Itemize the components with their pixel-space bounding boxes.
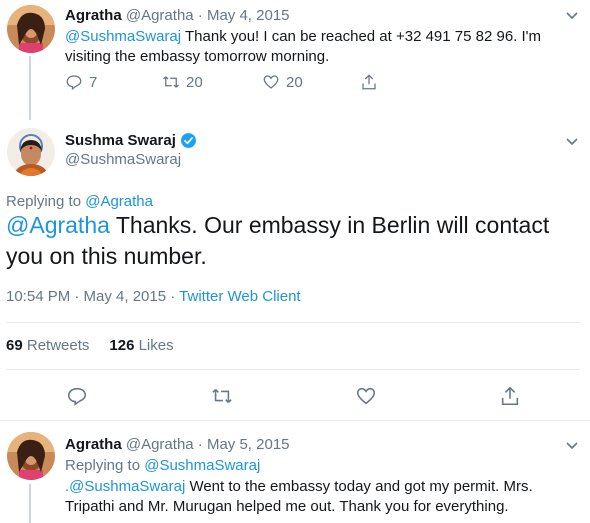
retweets-stat[interactable]: 69 Retweets [6, 337, 89, 354]
mention-link[interactable]: @SushmaSwaraj [65, 28, 181, 45]
tweet-actions [0, 384, 590, 408]
agratha-avatar[interactable] [7, 432, 55, 480]
caret-down-icon[interactable] [564, 437, 580, 453]
replying-to: Replying to @Agratha [6, 193, 153, 210]
author-name[interactable]: Agratha [65, 436, 122, 453]
divider [0, 420, 590, 421]
reply-button[interactable]: 7 [65, 73, 97, 91]
mention-link[interactable]: .@SushmaSwaraj [65, 478, 185, 495]
like-button[interactable]: 20 [262, 73, 303, 91]
reply-icon[interactable] [66, 385, 88, 407]
retweet-icon [163, 76, 179, 88]
agratha-avatar[interactable] [7, 5, 55, 53]
replying-to: Replying to @SushmaSwaraj [65, 457, 260, 474]
likes-label: Likes [134, 337, 174, 354]
author-handle[interactable]: @Agratha [126, 436, 194, 453]
tweet-text: @SushmaSwaraj Thank you! I can be reache… [65, 27, 577, 67]
like-icon [263, 75, 279, 89]
replying-to-label: Replying to [65, 457, 145, 474]
reply-count: 7 [89, 73, 98, 91]
tweet-date[interactable]: · May 4, 2015 [198, 7, 290, 24]
reply-icon [66, 75, 82, 90]
author-name[interactable]: Sushma Swaraj [65, 132, 176, 149]
client-link[interactable]: Twitter Web Client [179, 288, 300, 305]
retweet-count: 20 [186, 73, 203, 91]
thread-line [29, 56, 31, 120]
retweets-count: 69 [6, 337, 23, 354]
replying-to-link[interactable]: @SushmaSwaraj [144, 457, 260, 474]
share-icon [362, 74, 376, 90]
retweet-button[interactable]: 20 [162, 73, 203, 91]
tweet-date[interactable]: · May 5, 2015 [198, 436, 290, 453]
share-icon[interactable] [499, 385, 521, 407]
likes-count: 126 [109, 337, 135, 354]
retweets-label: Retweets [22, 337, 90, 354]
author-name[interactable]: Agratha [65, 7, 122, 24]
author-handle[interactable]: @Agratha [126, 7, 194, 24]
caret-down-icon[interactable] [564, 7, 580, 23]
tweet-text: @Agratha Thanks. Our embassy in Berlin w… [6, 210, 586, 272]
like-count: 20 [286, 73, 303, 91]
retweet-icon[interactable] [211, 385, 233, 407]
replying-to-link[interactable]: @Agratha [85, 193, 153, 210]
thread-line [29, 484, 31, 523]
sushma-swaraj-avatar[interactable] [7, 128, 55, 176]
tweet-actions: 7 20 20 [65, 73, 405, 95]
tweet-header: Agratha @Agratha · May 4, 2015 [65, 7, 290, 24]
tweet-meta: 10:54 PM · May 4, 2015 · Twitter Web Cli… [6, 288, 301, 305]
verified-badge-icon [180, 133, 196, 148]
caret-down-icon[interactable] [564, 133, 580, 149]
replying-to-label: Replying to [6, 193, 86, 210]
tweet-stats: 69 Retweets 126 Likes [6, 337, 174, 354]
author-handle[interactable]: @SushmaSwaraj [65, 151, 181, 168]
divider [6, 322, 580, 323]
likes-stat[interactable]: 126 Likes [109, 337, 173, 354]
tweet-header: Agratha @Agratha · May 5, 2015 [65, 436, 290, 453]
share-button[interactable] [360, 73, 378, 91]
divider [6, 369, 580, 370]
mention-link[interactable]: @Agratha [6, 212, 110, 238]
like-icon[interactable] [355, 385, 377, 407]
tweet-timestamp[interactable]: 10:54 PM · May 4, 2015 · [6, 288, 179, 305]
author-name-row[interactable]: Sushma Swaraj [65, 132, 197, 149]
tweet-text: .@SushmaSwaraj Went to the embassy today… [65, 477, 580, 517]
